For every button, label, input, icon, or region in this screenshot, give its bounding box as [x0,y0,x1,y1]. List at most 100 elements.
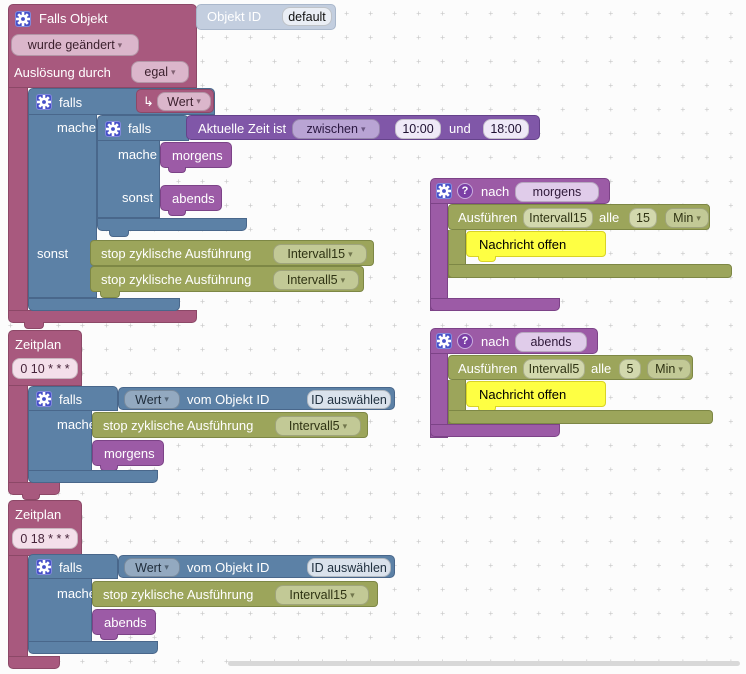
exec-every-field[interactable]: 15 [629,208,657,228]
exec-every-value: 15 [636,211,650,225]
z1-falls-header[interactable]: falls [28,386,118,411]
stop-interval5-block[interactable]: stop zyklische Ausführung Intervall5 ▾ [90,266,364,292]
stop-interval-dropdown[interactable]: Intervall5 ▾ [275,416,361,436]
object-id-picker[interactable]: ID auswählen [307,558,391,577]
trigger-title: Falls Objekt [39,11,108,26]
gear-icon[interactable] [36,94,52,110]
cron-field[interactable]: 0 10 * * * [12,358,78,379]
call-morgens-block[interactable]: morgens [160,142,232,168]
proc-morgens-header[interactable]: ? nach morgens [430,178,610,204]
object-id-field[interactable]: default [282,7,332,26]
stop-interval-dropdown[interactable]: Intervall15 ▾ [273,244,367,264]
gear-icon[interactable] [15,11,31,27]
zeitplan2-body[interactable]: Zeitplan 0 18 * * * [8,500,82,556]
exec-unit-value: Min [673,211,694,225]
chevron-down-icon: ▾ [164,394,169,404]
zeitplan-title: Zeitplan [15,337,62,352]
z2-falls-bottom[interactable] [28,641,158,654]
z2-falls-header[interactable]: falls [28,554,118,579]
exec-interval15-bottom[interactable] [448,264,732,278]
call-abends-block[interactable]: abends [92,609,156,635]
comment-block[interactable]: Nachricht offen [466,381,606,407]
trigger-value-block[interactable]: ↳ Wert ▾ [136,89,214,113]
inner-falls-header[interactable]: falls [97,115,189,141]
proc-morgens-bottom[interactable] [430,298,560,311]
gear-icon[interactable] [436,183,452,199]
exec-every-value: 5 [626,362,634,376]
z2-stop-block[interactable]: stop zyklische Ausführung Intervall15 ▾ [92,581,378,607]
zeitplan2-spine[interactable] [8,556,28,657]
exec-interval-field[interactable]: Intervall5 [523,359,585,379]
time-to-field[interactable]: 18:00 [483,119,529,139]
horizontal-scrollbar[interactable] [228,661,740,666]
chevron-down-icon: ▾ [171,66,176,77]
z1-falls-bottom[interactable] [28,470,158,483]
proc-name-value: morgens [532,185,582,199]
stop-interval-dropdown[interactable]: Intervall5 ▾ [273,270,359,290]
falls-label: falls [59,95,83,110]
outer-falls-bottom[interactable] [28,298,180,311]
time-mode-dropdown[interactable]: zwischen ▾ [292,119,380,139]
alle-label: alle [591,361,612,376]
chevron-down-icon: ▾ [342,420,348,431]
zeitplan1-body[interactable]: Zeitplan 0 10 * * * [8,330,82,386]
gear-icon[interactable] [105,121,121,137]
time-from-field[interactable]: 10:00 [395,119,441,139]
gear-icon[interactable] [436,333,452,349]
exec-every-field[interactable]: 5 [619,359,641,379]
trigger-by-dropdown[interactable]: egal ▾ [131,61,189,83]
cron-field[interactable]: 0 18 * * * [12,528,78,549]
comment-block[interactable]: Nachricht offen [466,231,606,257]
exec-interval-field[interactable]: Intervall15 [523,208,593,228]
und-label: und [449,121,471,136]
gear-icon[interactable] [36,559,52,575]
proc-abends-header[interactable]: ? nach abends [430,328,598,354]
proc-abends-bottom[interactable] [430,424,560,437]
change-mode-value: wurde geändert [27,38,115,52]
exec-interval5-bottom[interactable] [448,410,713,424]
falls-label: falls [59,392,83,407]
mache-label: mache [57,417,97,432]
proc-morgens-spine[interactable] [430,204,448,311]
object-id-picker[interactable]: ID auswählen [307,390,391,409]
falls-label: falls [128,121,152,136]
wert-dropdown[interactable]: Wert ▾ [157,92,211,111]
chevron-down-icon: ▾ [196,96,201,106]
connector-tab [100,291,120,298]
exec-interval5-header[interactable]: Ausführen Intervall5 alle 5 Min ▾ [448,355,693,380]
ausfuehren-label: Ausführen [458,361,518,376]
wert-dropdown[interactable]: Wert ▾ [124,390,180,409]
trigger-block-body[interactable]: Falls Objekt wurde geändert ▾ Auslösung … [8,4,197,88]
wert-dropdown[interactable]: Wert ▾ [124,558,180,577]
object-id-block[interactable]: Objekt ID default [196,4,336,30]
call-abends-block[interactable]: abends [160,185,222,211]
proc-name-field[interactable]: abends [515,332,587,352]
question-icon[interactable]: ? [457,333,473,349]
zeitplan2-bottom[interactable] [8,656,60,669]
outer-falls-spine[interactable] [28,115,97,298]
zeitplan1-spine[interactable] [8,386,28,483]
question-icon[interactable]: ? [457,183,473,199]
exec-interval15-header[interactable]: Ausführen Intervall15 alle 15 Min ▾ [448,204,710,230]
call-morgens-block[interactable]: morgens [92,440,164,466]
connector-tab [478,256,496,262]
exec-unit-dropdown[interactable]: Min ▾ [647,359,691,379]
gear-icon[interactable] [36,391,52,407]
stop-interval15-block[interactable]: stop zyklische Ausführung Intervall15 ▾ [90,240,374,266]
z1-value-block[interactable]: Wert ▾ vom Objekt ID ID auswählen [118,387,395,410]
change-mode-dropdown[interactable]: wurde geändert ▾ [11,34,139,56]
stop-interval-value: Intervall15 [289,588,348,602]
time-condition-block[interactable]: Aktuelle Zeit ist zwischen ▾ 10:00 und 1… [186,115,540,140]
chevron-down-icon: ▾ [350,589,355,600]
z2-value-block[interactable]: Wert ▾ vom Objekt ID ID auswählen [118,555,395,578]
exec-interval-value: Intervall5 [528,362,580,376]
stop-interval-dropdown[interactable]: Intervall15 ▾ [275,585,369,605]
proc-name-field[interactable]: morgens [515,182,599,202]
call-abends-label: abends [104,615,147,630]
connector-tab [109,230,129,237]
trigger-by-value: egal [144,65,169,79]
trigger-block-spine[interactable] [8,88,28,311]
trigger-by-label: Auslösung durch [14,65,111,80]
z1-stop-block[interactable]: stop zyklische Ausführung Intervall5 ▾ [92,412,368,438]
exec-unit-dropdown[interactable]: Min ▾ [665,208,709,228]
